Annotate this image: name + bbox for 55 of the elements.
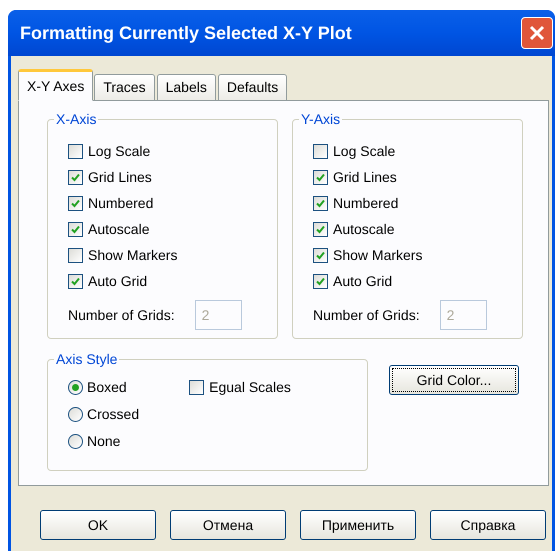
checkbox[interactable]: [68, 144, 83, 158]
checkbox-label: Autoscale: [88, 220, 150, 238]
checked-checkbox[interactable]: [313, 196, 328, 210]
checkbox[interactable]: [313, 144, 328, 158]
checked-checkbox[interactable]: [68, 274, 83, 288]
check-icon: [316, 250, 325, 260]
checkbox-label: Show Markers: [333, 246, 422, 264]
checked-checkbox[interactable]: [313, 248, 328, 262]
radio-label: None: [87, 432, 120, 451]
close-icon: [529, 25, 545, 41]
check-icon: [316, 224, 325, 234]
radio-label: Crossed: [87, 405, 140, 424]
radio-label: Boxed: [87, 378, 127, 397]
dialog-button[interactable]: Grid Color...: [389, 365, 519, 395]
checked-checkbox[interactable]: [68, 196, 83, 210]
checkbox-label: Show Markers: [88, 246, 178, 264]
tab[interactable]: Labels: [156, 74, 216, 101]
dialog-button[interactable]: Применить: [300, 510, 416, 540]
check-icon: [71, 198, 80, 208]
checked-checkbox[interactable]: [313, 170, 328, 184]
check-icon: [316, 172, 325, 182]
checkbox-label: Auto Grid: [333, 272, 392, 290]
check-icon: [71, 224, 80, 234]
tab[interactable]: Traces: [94, 74, 155, 101]
field-label: Number of Grids:: [68, 306, 175, 324]
checkbox-label: Autoscale: [333, 220, 394, 238]
checkbox-label: Grid Lines: [333, 168, 397, 186]
close-button[interactable]: [521, 17, 553, 49]
checkbox[interactable]: [189, 380, 204, 395]
checked-checkbox[interactable]: [313, 222, 328, 236]
check-icon: [71, 172, 80, 182]
check-icon: [316, 276, 325, 286]
tab[interactable]: X-Y Axes: [18, 69, 94, 101]
field-label: Number of Grids:: [313, 306, 420, 324]
radio-button[interactable]: [68, 407, 83, 422]
check-icon: [71, 276, 80, 286]
dialog-button[interactable]: Отмена: [170, 510, 286, 540]
checked-checkbox[interactable]: [68, 222, 83, 236]
tab[interactable]: Defaults: [218, 74, 288, 101]
check-icon: [316, 198, 325, 208]
window-title: Formatting Currently Selected X-Y Plot: [20, 22, 353, 45]
checkbox[interactable]: [68, 248, 83, 262]
checkbox-label: Grid Lines: [88, 168, 152, 186]
dialog-button[interactable]: OK: [40, 510, 156, 540]
checkbox-label: Numbered: [333, 194, 398, 212]
checked-checkbox[interactable]: [313, 274, 328, 288]
checkbox-label: Auto Grid: [88, 272, 148, 290]
radio-button[interactable]: [68, 434, 83, 449]
dialog-button[interactable]: Справка: [430, 510, 546, 540]
checked-checkbox[interactable]: [68, 170, 83, 184]
checkbox-label: Log Scale: [88, 142, 150, 161]
selected-radio-button[interactable]: [68, 380, 83, 395]
checkbox-label: Numbered: [88, 194, 154, 212]
checkbox-label: Egual Scales: [209, 378, 291, 397]
checkbox-label: Log Scale: [333, 142, 396, 161]
